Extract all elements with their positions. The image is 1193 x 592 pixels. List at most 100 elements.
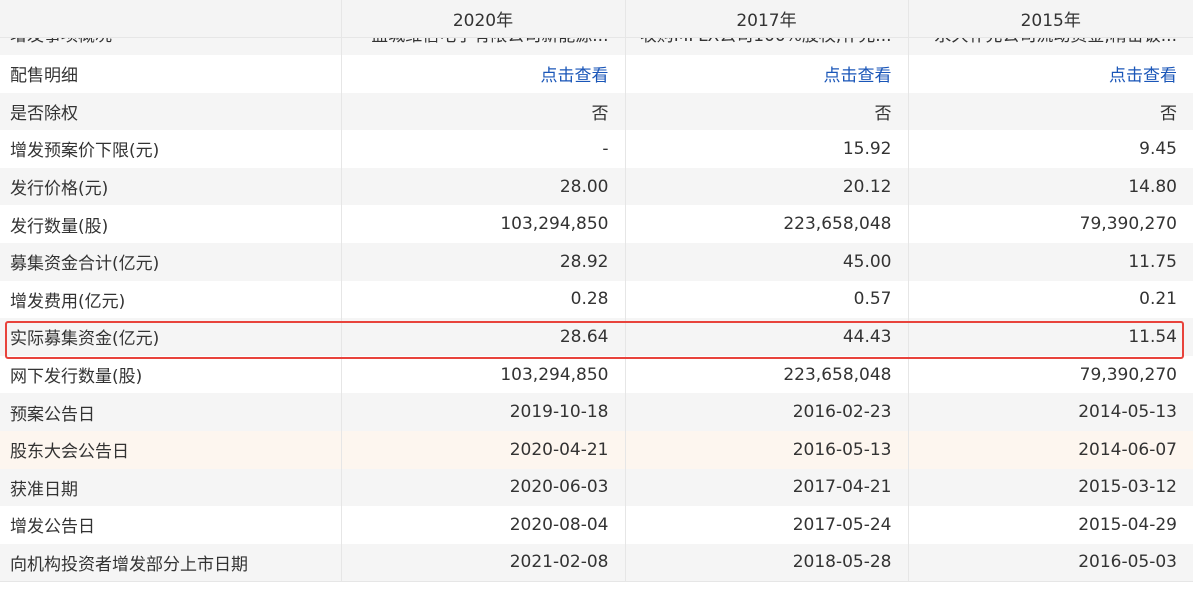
view-placement-link[interactable]: 点击查看 bbox=[541, 66, 609, 86]
row-approval-date: 获准日期 2020-06-03 2017-04-21 2015-03-12 bbox=[0, 468, 1193, 507]
row-label-text: 增发事项概况 bbox=[10, 37, 340, 44]
cell-value: 2020-04-21 bbox=[509, 439, 609, 460]
cell-value: 2021-02-08 bbox=[509, 552, 609, 573]
cell-2020年: 2020-08-04 bbox=[341, 506, 626, 544]
row-label: 增发事项概况 bbox=[0, 37, 342, 55]
cell-2020年: 盐城维信电子有限公司新能源... bbox=[341, 37, 626, 55]
cell-value: 0.57 bbox=[853, 289, 892, 310]
row-label: 发行价格(元) bbox=[0, 167, 342, 206]
view-placement-link[interactable]: 点击查看 bbox=[1109, 66, 1177, 86]
cell-value: 2015-03-12 bbox=[1078, 477, 1177, 498]
cell-value: 2020-06-03 bbox=[509, 477, 609, 498]
cell-2015年: 11.75 bbox=[908, 242, 1193, 281]
row-offline-quantity: 网下发行数量(股) 103,294,850 223,658,048 79,390,27… bbox=[0, 355, 1193, 394]
cell-value: 223,658,048 bbox=[783, 214, 892, 235]
cell-value: 103,294,850 bbox=[500, 214, 609, 235]
cell-2020年: 103,294,850 bbox=[341, 355, 626, 394]
row-total-raised: 募集资金合计(亿元) 28.92 45.00 11.75 bbox=[0, 242, 1193, 281]
cell-2015年: 永久补充公司流动资金,精密钣... bbox=[908, 37, 1193, 55]
cell-2015年: 点击查看 bbox=[908, 55, 1193, 93]
cell-2015年: 9.45 bbox=[908, 130, 1193, 168]
cell-2020年: 点击查看 bbox=[341, 55, 626, 93]
cell-value: 45.00 bbox=[842, 251, 892, 272]
row-label: 网下发行数量(股) bbox=[0, 355, 342, 394]
cell-value: 2019-10-18 bbox=[509, 402, 609, 423]
cell-value: 永久补充公司流动资金,精密钣... bbox=[909, 37, 1177, 44]
cell-value: 15.92 bbox=[842, 138, 892, 159]
cell-2020年: 2020-04-21 bbox=[341, 430, 626, 469]
cell-value: 2016-02-23 bbox=[792, 402, 892, 423]
cell-2020年: 28.92 bbox=[341, 242, 626, 281]
header-year-2015[interactable]: 2015年 bbox=[908, 0, 1193, 38]
cell-value: 28.00 bbox=[559, 176, 609, 197]
cell-value: 2017-04-21 bbox=[792, 477, 892, 498]
cell-value: 2020-08-04 bbox=[509, 514, 609, 535]
cell-2020年: 2019-10-18 bbox=[341, 393, 626, 431]
cell-value: 44.43 bbox=[842, 326, 892, 347]
row-issue-announce-date: 增发公告日 2020-08-04 2017-05-24 2015-04-29 bbox=[0, 506, 1193, 544]
cell-2017年: 收购MFLX公司100%股权,补充... bbox=[625, 37, 909, 55]
view-placement-link[interactable]: 点击查看 bbox=[824, 66, 892, 86]
row-label-text: 配售明细 bbox=[10, 66, 78, 87]
table-body: 增发事项概况盐城维信电子有限公司新能源... 收购MFLX公司100%股权,补充.… bbox=[0, 37, 1193, 582]
cell-value: 2016-05-03 bbox=[1078, 552, 1177, 573]
row-shareholder-meeting-date: 股东大会公告日 2020-04-21 2016-05-13 2014-06-07 bbox=[0, 430, 1193, 469]
row-placement-detail: 配售明细 点击查看 点击查看 点击查看 bbox=[0, 55, 1193, 93]
cell-2020年: 103,294,850 bbox=[341, 205, 626, 243]
header-year-2017[interactable]: 2017年 bbox=[625, 0, 909, 38]
cell-2015年: 2015-03-12 bbox=[908, 468, 1193, 507]
cell-2015年: 2014-05-13 bbox=[908, 393, 1193, 431]
cell-value: 2017-05-24 bbox=[792, 514, 892, 535]
cell-2015年: 2014-06-07 bbox=[908, 430, 1193, 469]
row-label-text: 预案公告日 bbox=[10, 404, 95, 425]
header-year-2020[interactable]: 2020年 bbox=[341, 0, 626, 38]
row-issue-quantity: 发行数量(股) 103,294,850 223,658,048 79,390,270 bbox=[0, 205, 1193, 243]
cell-value: 28.92 bbox=[559, 251, 609, 272]
row-price-floor: 增发预案价下限(元) - 15.92 9.45 bbox=[0, 130, 1193, 168]
cell-2020年: 否 bbox=[341, 92, 626, 131]
row-label-text: 股东大会公告日 bbox=[10, 442, 129, 463]
row-issue-overview: 增发事项概况盐城维信电子有限公司新能源... 收购MFLX公司100%股权,补充.… bbox=[0, 37, 1193, 55]
row-issue-cost: 增发费用(亿元) 0.28 0.57 0.21 bbox=[0, 280, 1193, 319]
cell-value: 否 bbox=[874, 103, 892, 124]
row-label: 增发费用(亿元) bbox=[0, 280, 342, 319]
cell-value: 103,294,850 bbox=[500, 364, 609, 385]
cell-2015年: 14.80 bbox=[908, 167, 1193, 206]
cell-2020年: - bbox=[341, 130, 626, 168]
cell-value: 2014-05-13 bbox=[1078, 402, 1177, 423]
row-label-text: 增发费用(亿元) bbox=[10, 291, 126, 312]
cell-2017年: 0.57 bbox=[625, 280, 909, 319]
cell-value: 否 bbox=[591, 103, 609, 124]
table-header-row: 2020年 2017年 2015年 bbox=[0, 0, 1193, 38]
cell-2020年: 0.28 bbox=[341, 280, 626, 319]
cell-2015年: 79,390,270 bbox=[908, 205, 1193, 243]
cell-value: 0.28 bbox=[570, 289, 609, 310]
row-label: 股东大会公告日 bbox=[0, 430, 342, 469]
cell-value: 11.75 bbox=[1128, 251, 1177, 272]
cell-2017年: 223,658,048 bbox=[625, 355, 909, 394]
cell-value: 收购MFLX公司100%股权,补充... bbox=[626, 37, 892, 44]
issuance-table-panel: 2020年 2017年 2015年 增发事项概况盐城维信电子有限公司新能源...… bbox=[0, 0, 1193, 592]
issuance-data-table: 2020年 2017年 2015年 增发事项概况盐城维信电子有限公司新能源...… bbox=[0, 0, 1193, 582]
cell-2015年: 79,390,270 bbox=[908, 355, 1193, 394]
row-label: 预案公告日 bbox=[0, 393, 342, 431]
cell-2017年: 20.12 bbox=[625, 167, 909, 206]
cell-value: 28.64 bbox=[559, 326, 609, 347]
cell-2017年: 2017-04-21 bbox=[625, 468, 909, 507]
cell-2017年: 2018-05-28 bbox=[625, 543, 909, 582]
row-institution-listing-date: 向机构投资者增发部分上市日期 2021-02-08 2018-05-28 2016-0… bbox=[0, 543, 1193, 582]
cell-value: 11.54 bbox=[1128, 326, 1177, 347]
cell-2020年: 28.00 bbox=[341, 167, 626, 206]
header-blank-cell bbox=[0, 0, 342, 38]
cell-2017年: 44.43 bbox=[625, 318, 909, 356]
row-label: 向机构投资者增发部分上市日期 bbox=[0, 543, 342, 582]
row-label: 实际募集资金(亿元) bbox=[0, 318, 342, 356]
cell-value: 14.80 bbox=[1128, 176, 1177, 197]
cell-value: 2018-05-28 bbox=[792, 552, 892, 573]
cell-2015年: 否 bbox=[908, 92, 1193, 131]
cell-2015年: 11.54 bbox=[908, 318, 1193, 356]
cell-value: 0.21 bbox=[1139, 289, 1177, 310]
cell-2017年: 45.00 bbox=[625, 242, 909, 281]
row-label: 获准日期 bbox=[0, 468, 342, 507]
row-label-text: 发行数量(股) bbox=[10, 216, 109, 237]
